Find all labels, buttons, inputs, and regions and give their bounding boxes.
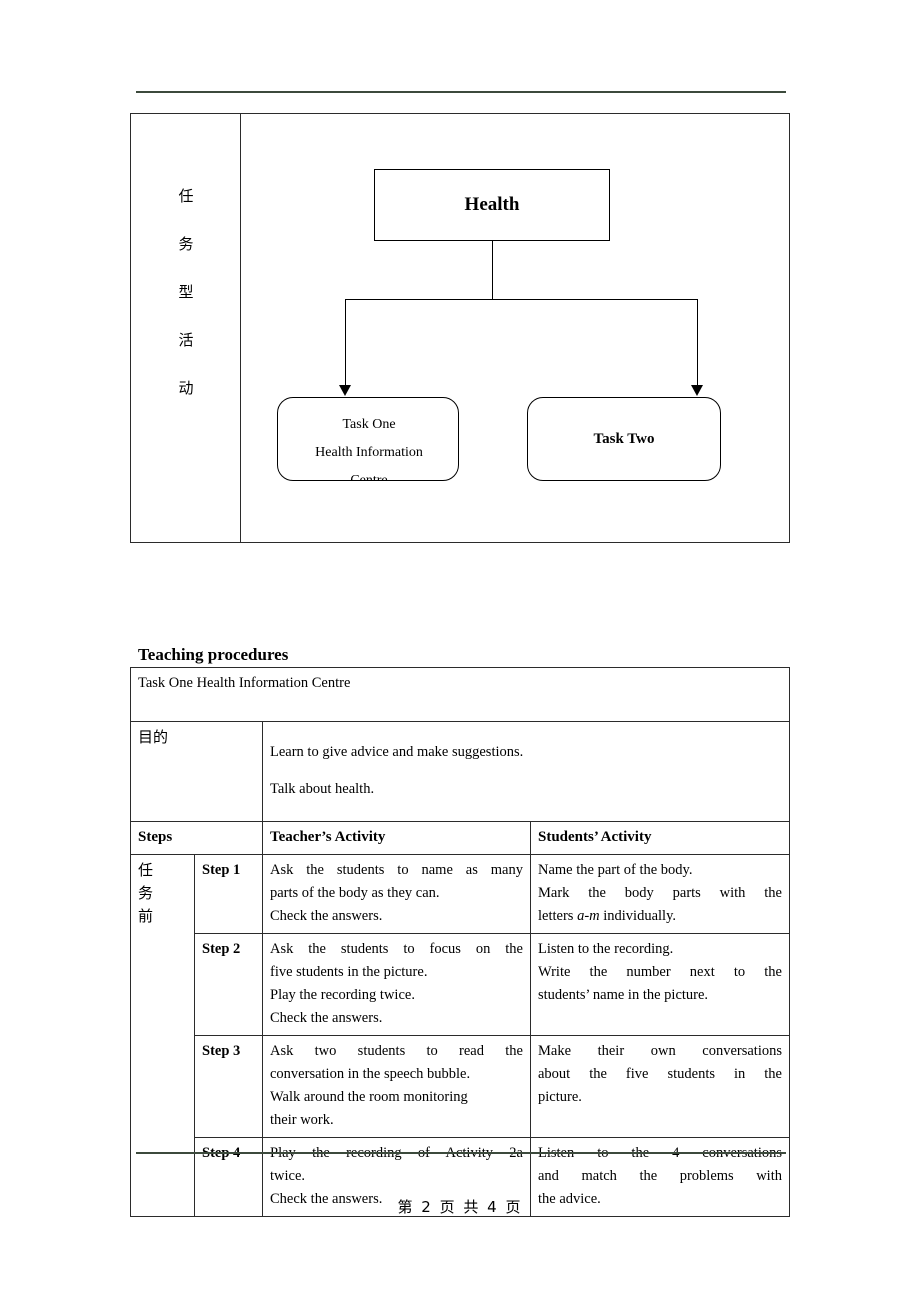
table-header-row: Steps Teacher’s Activity Students’ Activ…	[130, 820, 790, 855]
diagram-node-task-one: Task One Health Information Centre	[277, 397, 459, 481]
column-header-students-activity: Students’ Activity	[530, 820, 790, 855]
table-row-step-2: Step 2 Ask the students to focus on the …	[131, 932, 790, 1036]
side-label-char-4: 动	[178, 379, 194, 397]
teacher-line: Ask the students to focus on the	[270, 940, 523, 957]
connector-stem	[492, 241, 493, 299]
teacher-line: Ask the students to name as many	[270, 861, 523, 878]
teacher-line: Ask two students to read the	[270, 1042, 523, 1059]
student-line: Mark the body parts with the	[538, 884, 782, 901]
footer-rule	[136, 1152, 786, 1154]
header-rule	[136, 91, 786, 93]
student-activity-3: Make their own conversations about the f…	[530, 1034, 790, 1138]
teacher-line: their work.	[270, 1111, 334, 1128]
task-one-line-1: Health Information	[315, 445, 423, 460]
arrow-head-left-icon	[339, 385, 351, 396]
step-label-1: Step 1	[194, 853, 263, 934]
student-line: Name the part of the body.	[538, 861, 693, 878]
student-line: students’ name in the picture.	[538, 986, 709, 1003]
diagram-node-health: Health	[374, 169, 610, 241]
purpose-line-0: Learn to give advice and make suggestion…	[270, 743, 524, 760]
step-label-3: Step 3	[194, 1034, 263, 1138]
connector-drop-right	[697, 299, 698, 387]
diagram-node-task-two-label: Task Two	[593, 430, 655, 447]
diagram-node-task-two: Task Two	[527, 397, 721, 481]
page-title: Teaching procedures	[138, 645, 289, 664]
table-row-task-title: Task One Health Information Centre	[130, 667, 790, 722]
purpose-label-cell: 目的	[130, 721, 263, 822]
diagram-side-label-cell: 任 务 型 活 动	[131, 114, 241, 542]
table-row-step-3: Step 3 Ask two students to read the conv…	[131, 1034, 790, 1138]
teacher-line: Walk around the room monitoring	[270, 1088, 468, 1105]
teacher-activity-2: Ask the students to focus on the five st…	[262, 932, 531, 1036]
student-line: picture.	[538, 1088, 582, 1105]
teacher-line: parts of the body as they can.	[270, 884, 440, 901]
connector-bar	[345, 299, 697, 300]
teaching-procedures-table: Task One Health Information Centre 目的 Le…	[130, 667, 790, 1217]
student-line: and match the problems with	[538, 1167, 782, 1184]
side-label-char-1: 务	[178, 235, 194, 253]
arrow-head-right-icon	[691, 385, 703, 396]
student-activity-1: Name the part of the body. Mark the body…	[530, 853, 790, 934]
side-label-char-2: 型	[178, 283, 194, 301]
teacher-line: five students in the picture.	[270, 963, 428, 980]
phase-label-char-2: 前	[138, 906, 154, 925]
phase-label-cell: 任 务 前	[130, 853, 195, 1217]
column-header-steps: Steps	[130, 820, 263, 855]
side-label-char-0: 任	[178, 187, 194, 205]
student-line: Write the number next to the	[538, 963, 782, 980]
task-title-cell: Task One Health Information Centre	[130, 667, 790, 722]
teacher-line: twice.	[270, 1167, 306, 1184]
table-row-step-1: 任 务 前 Step 1 Ask the students to name as…	[130, 853, 790, 1217]
side-label-char-3: 活	[178, 331, 194, 349]
student-line: about the five students in the	[538, 1065, 782, 1082]
diagram-node-task-one-label: Task One Health Information Centre	[278, 411, 458, 481]
phase-label-char-1: 务	[138, 883, 154, 902]
phase-label-char-0: 任	[138, 860, 154, 879]
task-one-line-2: Centre	[350, 473, 388, 481]
student-line-italic: letters a-m individually.	[538, 907, 677, 924]
teacher-line: Check the answers.	[270, 1009, 383, 1026]
teacher-line: Check the answers.	[270, 907, 383, 924]
page-number-footer: 第 2 页 共 4 页	[397, 1198, 523, 1216]
diagram-node-health-label: Health	[464, 194, 520, 215]
purpose-value-cell: Learn to give advice and make suggestion…	[262, 721, 790, 822]
teacher-activity-1: Ask the students to name as many parts o…	[262, 853, 531, 934]
connector-drop-left	[345, 299, 346, 387]
purpose-line-1: Talk about health.	[270, 781, 375, 797]
document-page: 任 务 型 活 动 Health Task One Health Informa…	[0, 0, 920, 1302]
task-one-line-0: Task One	[342, 417, 396, 432]
teacher-line: Play the recording twice.	[270, 986, 415, 1003]
teacher-line: conversation in the speech bubble.	[270, 1065, 471, 1082]
student-line: Make their own conversations	[538, 1042, 782, 1059]
diagram-canvas: Health Task One Health Information Centr…	[241, 114, 789, 542]
diagram-side-label: 任 务 型 活 动	[131, 172, 241, 412]
student-activity-2: Listen to the recording. Write the numbe…	[530, 932, 790, 1036]
step-label-2: Step 2	[194, 932, 263, 1036]
teacher-activity-3: Ask two students to read the conversatio…	[262, 1034, 531, 1138]
student-line: Listen to the recording.	[538, 940, 674, 957]
column-header-teacher-activity: Teacher’s Activity	[262, 820, 531, 855]
diagram-frame: 任 务 型 活 动 Health Task One Health Informa…	[130, 113, 790, 543]
table-row-purpose: 目的 Learn to give advice and make suggest…	[130, 721, 790, 822]
